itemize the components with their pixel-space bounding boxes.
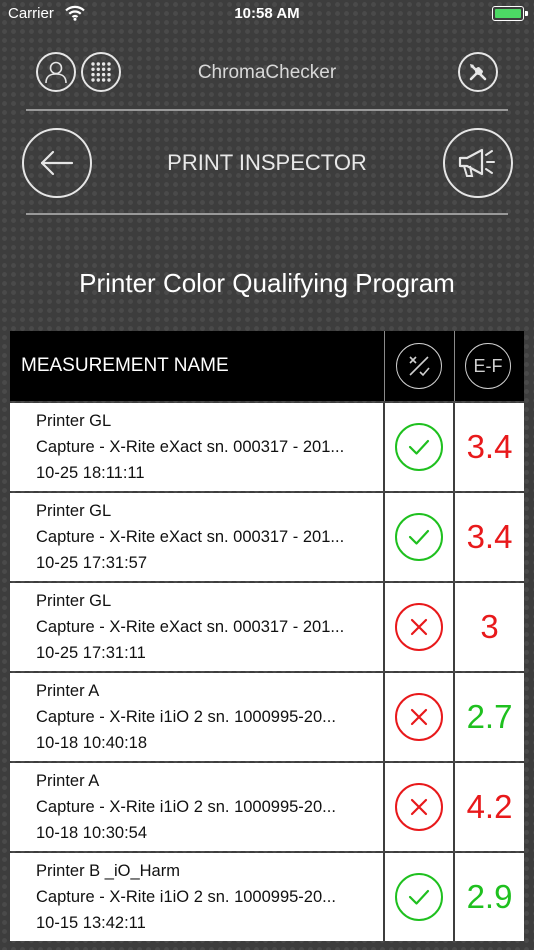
fail-x-icon [395, 603, 443, 651]
fail-x-icon [395, 693, 443, 741]
capture-info: Capture - X-Rite i1iO 2 sn. 1000995-20..… [36, 798, 336, 816]
status-cell [385, 583, 453, 671]
status-cell [385, 853, 453, 941]
measurement-name-cell[interactable]: Printer GL Capture - X-Rite eXact sn. 000… [10, 403, 383, 491]
printer-name: Printer B _iO_Harm [36, 862, 180, 880]
program-title: Printer Color Qualifying Program [79, 268, 455, 298]
table-row[interactable]: Printer GL Capture - X-Rite eXact sn. 000… [10, 583, 524, 671]
capture-datetime: 10-18 10:40:18 [36, 734, 148, 752]
megaphone-icon[interactable] [443, 128, 513, 198]
pass-check-icon [395, 873, 443, 921]
capture-datetime: 10-25 18:11:11 [36, 464, 145, 482]
table-row[interactable]: Printer B _iO_Harm Capture - X-Rite i1iO … [10, 853, 524, 941]
pass-check-icon [395, 513, 443, 561]
e-f-value: 3 [480, 608, 499, 645]
capture-datetime: 10-25 17:31:11 [36, 644, 146, 662]
capture-datetime: 10-25 17:31:57 [36, 554, 148, 572]
measurement-name-cell[interactable]: Printer A Capture - X-Rite i1iO 2 sn. 100… [10, 763, 383, 851]
capture-info: Capture - X-Rite i1iO 2 sn. 1000995-20..… [36, 708, 336, 726]
pass-check-icon [395, 423, 443, 471]
printer-name: Printer GL [36, 592, 112, 610]
measurement-table: MEASUREMENT NAME E-F Printer GL Capture -… [10, 331, 524, 941]
e-f-value: 3.4 [466, 518, 513, 555]
app-name: ChromaChecker [197, 62, 337, 83]
printer-name: Printer A [36, 682, 100, 700]
measurement-name-cell[interactable]: Printer A Capture - X-Rite i1iO 2 sn. 100… [10, 673, 383, 761]
capture-info: Capture - X-Rite i1iO 2 sn. 1000995-20..… [36, 888, 336, 906]
e-f-value: 2.7 [466, 698, 513, 735]
tools-icon[interactable] [458, 52, 498, 92]
table-row[interactable]: Printer A Capture - X-Rite i1iO 2 sn. 100… [10, 673, 524, 761]
printer-name: Printer GL [36, 412, 112, 430]
header-separator [384, 331, 385, 401]
top-divider [26, 109, 508, 111]
table-row[interactable]: Printer A Capture - X-Rite i1iO 2 sn. 100… [10, 763, 524, 851]
measurement-name-cell[interactable]: Printer GL Capture - X-Rite eXact sn. 000… [10, 583, 383, 671]
column-header-measurement-name: MEASUREMENT NAME [21, 355, 229, 376]
printer-name: Printer GL [36, 502, 112, 520]
status-cell [385, 673, 453, 761]
printer-name: Printer A [36, 772, 100, 790]
e-f-value: 4.2 [466, 788, 513, 825]
fail-x-icon [395, 783, 443, 831]
status-cell [385, 493, 453, 581]
status-cell [385, 403, 453, 491]
capture-datetime: 10-15 13:42:11 [36, 914, 146, 932]
capture-info: Capture - X-Rite eXact sn. 000317 - 201.… [36, 528, 345, 546]
header-divider [26, 213, 508, 215]
measurement-name-cell[interactable]: Printer GL Capture - X-Rite eXact sn. 000… [10, 493, 383, 581]
battery-icon [492, 6, 528, 21]
measurement-name-cell[interactable]: Printer B _iO_Harm Capture - X-Rite i1iO … [10, 853, 383, 941]
table-header: MEASUREMENT NAME E-F [10, 331, 524, 401]
e-f-value: 2.9 [466, 878, 513, 915]
capture-info: Capture - X-Rite eXact sn. 000317 - 201.… [36, 438, 345, 456]
e-f-value: 3.4 [466, 428, 513, 465]
capture-datetime: 10-18 10:30:54 [36, 824, 148, 842]
table-row[interactable]: Printer GL Capture - X-Rite eXact sn. 000… [10, 403, 524, 491]
table-row[interactable]: Printer GL Capture - X-Rite eXact sn. 000… [10, 493, 524, 581]
tolerance-icon [396, 343, 442, 389]
status-bar: Carrier 10:58 AM [0, 0, 534, 28]
capture-info: Capture - X-Rite eXact sn. 000317 - 201.… [36, 618, 345, 636]
e-f-icon: E-F [465, 343, 511, 389]
header-separator [454, 331, 455, 401]
clock: 10:58 AM [234, 5, 300, 22]
status-cell [385, 763, 453, 851]
